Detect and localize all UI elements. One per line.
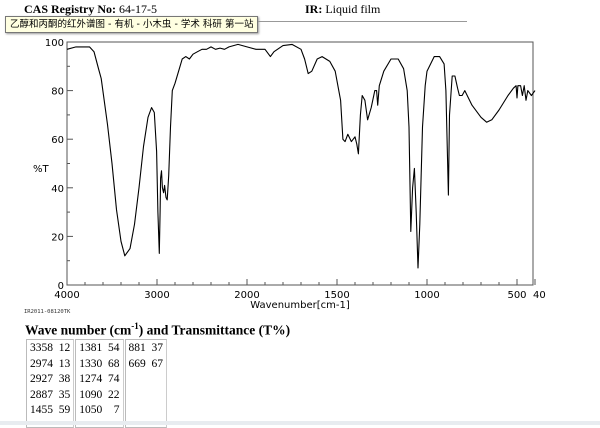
x-tick-label: 40 — [533, 290, 546, 301]
title-superscript: -1 — [131, 321, 139, 331]
plot-frame — [66, 41, 534, 286]
peak-table-column: 881 37 669 67 — [124, 339, 167, 428]
y-tick-label: 60 — [51, 135, 64, 146]
y-axis-label: %T — [33, 164, 50, 175]
x-tick-label: 1000 — [414, 290, 439, 301]
title-text: Wave number (cm — [25, 322, 132, 338]
ir-spectrum-chart: 4000 3000 2000 1500 1000 500 40020406080100%TW… — [33, 38, 546, 311]
y-tick-label: 20 — [51, 232, 64, 243]
spectrum-code: IR2011-08120TK — [24, 309, 71, 315]
peak-table-title: Wave number (cm-1) and Transmittance (T%… — [25, 321, 290, 339]
x-tick-label: 500 — [507, 290, 526, 301]
peak-table-row: 881 37 — [128, 342, 164, 354]
peak-table-row: 1381 54 — [79, 342, 120, 354]
peak-table-row: 2927 38 — [30, 373, 71, 385]
peak-table: 3358 12 2974 13 2927 38 2887 35 1455 59 1381 … — [26, 339, 168, 428]
peak-table-column: 3358 12 2974 13 2927 38 2887 35 1455 59 — [26, 339, 75, 428]
peak-table-row: 1330 68 — [79, 357, 120, 370]
x-tick-label: 3000 — [144, 290, 169, 301]
peak-table-row: 1455 59 — [30, 404, 71, 416]
peak-table-column: 1381 54 1330 68 1274 74 1090 22 1050 7 — [75, 339, 124, 428]
y-tick-label: 0 — [58, 281, 64, 292]
peak-table-row: 1050 7 — [79, 404, 120, 416]
y-tick-label: 40 — [51, 184, 64, 195]
peak-table-row: 669 67 — [128, 357, 164, 370]
peak-table-row: 3358 12 — [30, 342, 71, 354]
tooltip: 乙醇和丙酮的红外谱图 - 有机 - 小木虫 - 学术 科研 第一站 — [5, 16, 259, 33]
peak-table-row: 1090 22 — [79, 388, 120, 401]
spectrum-line — [66, 43, 536, 269]
y-tick-label: 80 — [51, 87, 64, 98]
peak-table-row: 2887 35 — [30, 388, 71, 401]
x-axis-label: Wavenumber[cm-1] — [250, 300, 350, 311]
y-tick-label: 100 — [45, 38, 64, 49]
peak-table-row: 1274 74 — [79, 373, 120, 385]
title-text-end: ) and Transmittance (T%) — [138, 322, 291, 338]
peak-table-row: 2974 13 — [30, 357, 71, 370]
window-bottom-edge — [0, 421, 600, 425]
